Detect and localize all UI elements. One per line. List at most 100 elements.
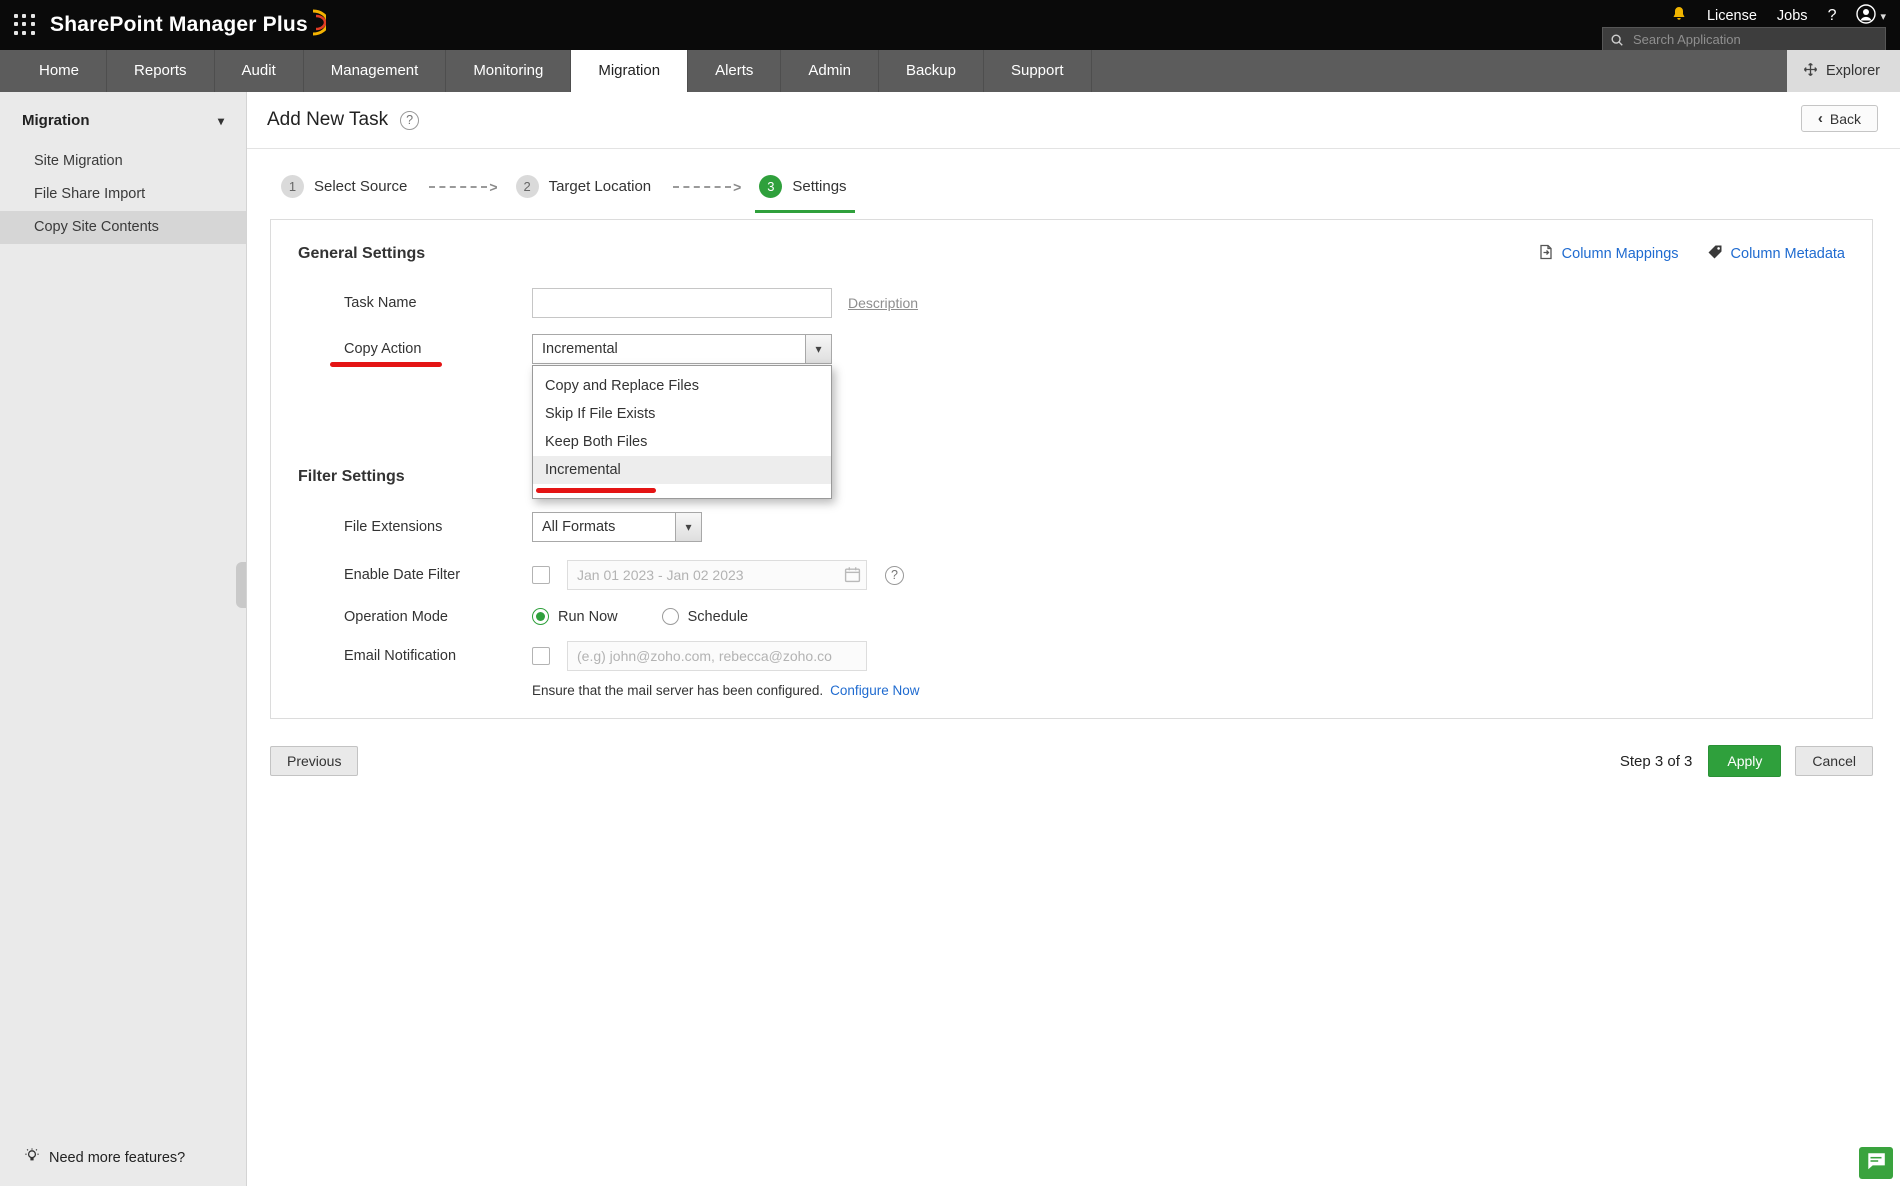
chevron-down-icon: ▾ xyxy=(217,113,224,128)
general-settings-heading: General Settings xyxy=(298,245,426,262)
email-notification-row: Email Notification xyxy=(298,641,1845,671)
nav-tab-reports[interactable]: Reports xyxy=(107,50,215,92)
step-connector: > xyxy=(429,178,498,195)
application-search[interactable] xyxy=(1602,27,1886,52)
chat-bubble-icon xyxy=(1865,1150,1887,1177)
explorer-icon xyxy=(1803,62,1818,81)
copy-action-value: Incremental xyxy=(542,341,618,357)
wizard-footer: Previous Step 3 of 3 Apply Cancel xyxy=(270,745,1873,777)
app-title: SharePoint Manager Plus xyxy=(50,13,308,36)
step-connector: > xyxy=(673,179,741,195)
notification-bell-icon[interactable] xyxy=(1671,6,1687,26)
mail-server-note: Ensure that the mail server has been con… xyxy=(298,683,1845,698)
option-incremental[interactable]: Incremental xyxy=(533,456,831,484)
user-menu[interactable]: ▾ xyxy=(1856,4,1886,28)
annotation-underline-copy-action xyxy=(330,362,442,367)
schedule-option[interactable]: Schedule xyxy=(661,608,749,625)
explorer-button[interactable]: Explorer xyxy=(1787,50,1900,92)
sidebar-item-site-migration[interactable]: Site Migration xyxy=(0,145,246,178)
search-input[interactable] xyxy=(1631,31,1885,48)
date-filter-row: Enable Date Filter ? xyxy=(298,560,1845,590)
lightbulb-icon xyxy=(24,1148,40,1168)
column-metadata-icon xyxy=(1707,244,1723,264)
configure-now-link[interactable]: Configure Now xyxy=(830,683,919,698)
step-label: Settings xyxy=(792,178,847,195)
task-name-row: Task Name Description xyxy=(298,288,1845,318)
nav-tab-alerts[interactable]: Alerts xyxy=(688,50,782,92)
apps-grid-icon[interactable] xyxy=(14,14,36,36)
option-keep-both-files[interactable]: Keep Both Files xyxy=(533,428,831,456)
chat-button[interactable] xyxy=(1859,1147,1893,1179)
jobs-link[interactable]: Jobs xyxy=(1777,8,1808,24)
date-filter-checkbox[interactable] xyxy=(532,566,550,584)
column-mappings-link[interactable]: Column Mappings xyxy=(1538,244,1679,264)
nav-tab-management[interactable]: Management xyxy=(304,50,447,92)
step-target-location[interactable]: 2 Target Location xyxy=(512,175,660,213)
file-extensions-select[interactable]: All Formats ▾ xyxy=(532,512,702,542)
nav-tab-monitoring[interactable]: Monitoring xyxy=(446,50,572,92)
task-name-input[interactable] xyxy=(532,288,832,318)
sidebar-item-copy-site-contents[interactable]: Copy Site Contents xyxy=(0,211,246,244)
file-extensions-row: File Extensions All Formats ▾ xyxy=(298,512,1845,542)
option-skip-if-file-exists[interactable]: Skip If File Exists xyxy=(533,400,831,428)
run-now-label: Run Now xyxy=(558,608,618,625)
column-metadata-link[interactable]: Column Metadata xyxy=(1707,244,1845,264)
previous-button[interactable]: Previous xyxy=(270,746,359,776)
filter-settings-heading: Filter Settings xyxy=(298,468,405,485)
date-range-input[interactable] xyxy=(567,560,867,590)
avatar-icon xyxy=(1856,4,1877,28)
annotation-underline-incremental xyxy=(536,488,656,493)
schedule-radio[interactable] xyxy=(661,608,679,625)
page-help-icon[interactable]: ? xyxy=(400,110,420,130)
date-filter-help-icon[interactable]: ? xyxy=(885,565,904,585)
schedule-label: Schedule xyxy=(687,608,749,625)
step-number: 3 xyxy=(759,175,783,198)
nav-tab-audit[interactable]: Audit xyxy=(215,50,304,92)
apply-button[interactable]: Apply xyxy=(1708,745,1782,777)
file-extensions-value: All Formats xyxy=(542,519,616,535)
sidebar-section-migration[interactable]: Migration ▾ xyxy=(0,92,246,145)
nav-tab-backup[interactable]: Backup xyxy=(879,50,984,92)
step-label: Target Location xyxy=(548,178,652,195)
nav-tab-home[interactable]: Home xyxy=(12,50,108,92)
run-now-radio[interactable] xyxy=(532,608,549,625)
column-mappings-label: Column Mappings xyxy=(1561,246,1679,262)
copy-action-select[interactable]: Incremental ▾ xyxy=(532,334,832,364)
arrow-right-icon: > xyxy=(489,178,498,195)
step-number: 1 xyxy=(281,175,304,198)
calendar-icon[interactable] xyxy=(844,566,861,588)
email-notification-checkbox[interactable] xyxy=(532,647,550,665)
sidebar: Migration ▾ Site Migration File Share Im… xyxy=(0,92,247,1186)
sidebar-collapse-handle[interactable] xyxy=(236,562,246,608)
license-link[interactable]: License xyxy=(1707,8,1757,24)
sidebar-item-file-share-import[interactable]: File Share Import xyxy=(0,178,246,211)
cancel-button[interactable]: Cancel xyxy=(1795,746,1873,776)
need-more-features-label: Need more features? xyxy=(49,1150,186,1166)
nav-tab-admin[interactable]: Admin xyxy=(781,50,879,92)
option-copy-and-replace-files[interactable]: Copy and Replace Files xyxy=(533,372,831,400)
back-button[interactable]: ‹ Back xyxy=(1800,105,1878,132)
nav-tab-support[interactable]: Support xyxy=(984,50,1092,92)
need-more-features[interactable]: Need more features? xyxy=(24,1148,185,1168)
description-link[interactable]: Description xyxy=(848,295,918,311)
step-number: 2 xyxy=(515,175,539,198)
email-input[interactable] xyxy=(567,641,867,671)
run-now-option[interactable]: Run Now xyxy=(532,608,618,625)
nav-tab-migration[interactable]: Migration xyxy=(571,50,689,92)
step-indicator: Step 3 of 3 xyxy=(1619,752,1693,770)
operation-mode-row: Operation Mode Run Now Schedule xyxy=(298,608,1845,625)
sidebar-section-title: Migration xyxy=(22,112,90,129)
step-settings[interactable]: 3 Settings xyxy=(755,175,855,213)
chevron-left-icon: ‹ xyxy=(1817,110,1823,127)
date-filter-label: Enable Date Filter xyxy=(344,567,461,583)
help-icon[interactable]: ? xyxy=(1828,7,1837,25)
page-title: Add New Task xyxy=(267,109,389,130)
top-bar: SharePoint Manager Plus License Jobs ? ▾… xyxy=(0,0,1900,52)
explorer-label: Explorer xyxy=(1826,63,1880,79)
settings-panel: General Settings Column Mappings Column … xyxy=(270,219,1873,719)
copy-action-label-text: Copy Action xyxy=(344,341,422,357)
logo-swoosh-icon xyxy=(311,9,329,41)
chevron-down-icon: ▾ xyxy=(675,513,701,541)
step-select-source[interactable]: 1 Select Source xyxy=(277,175,415,213)
email-notification-label: Email Notification xyxy=(344,648,457,664)
